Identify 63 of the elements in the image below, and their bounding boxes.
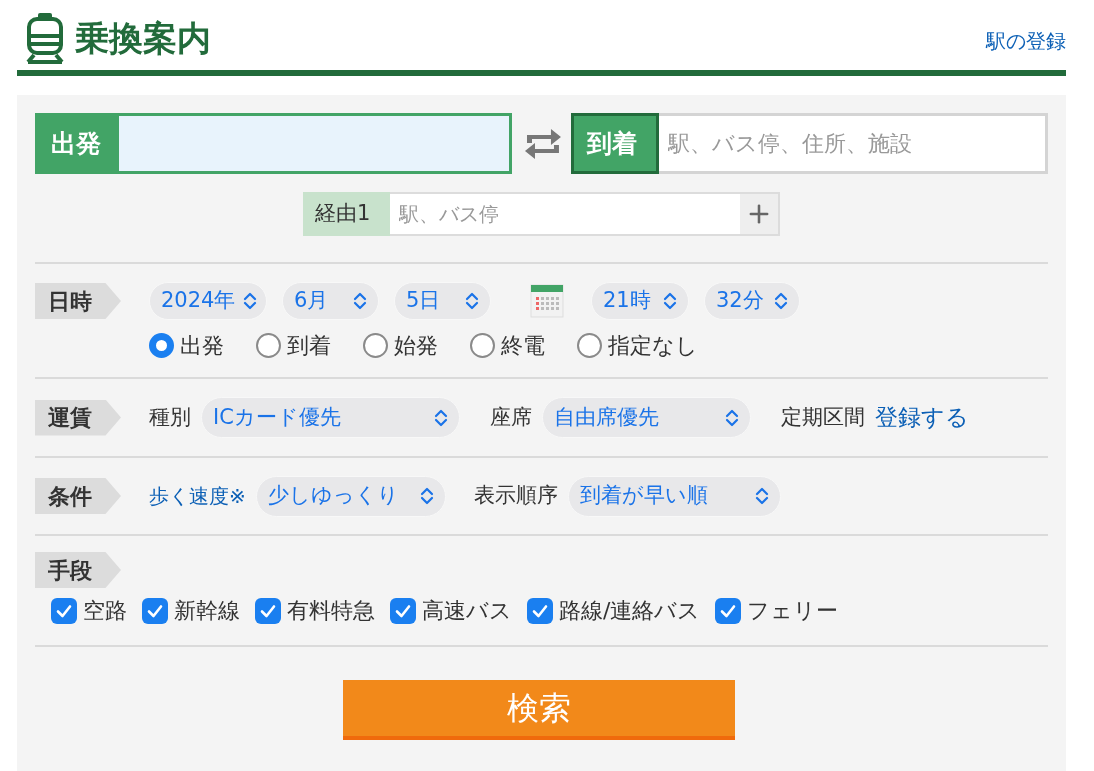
- arrival-field[interactable]: 到着 駅、バス停、住所、施設: [571, 113, 1048, 174]
- radio-button[interactable]: [149, 333, 174, 358]
- up-down-chevron-icon: [434, 408, 448, 427]
- walking-speed-link[interactable]: 歩く速度※: [149, 481, 246, 511]
- section-label: 日時: [35, 283, 121, 319]
- section-label: 手段: [35, 552, 121, 588]
- radio-option[interactable]: 出発: [149, 329, 224, 362]
- dropdown-select[interactable]: ICカード優先: [201, 397, 460, 438]
- checkbox[interactable]: [142, 597, 168, 624]
- add-via-button[interactable]: [740, 194, 778, 234]
- radio-option[interactable]: 到着: [256, 329, 331, 362]
- arrival-label: 到着: [571, 113, 660, 174]
- page-title: 乗換案内: [75, 21, 211, 55]
- dropdown-select[interactable]: 21時: [591, 282, 689, 320]
- departure-field[interactable]: 出発: [35, 113, 512, 174]
- section-label: 条件: [35, 478, 121, 514]
- via-field[interactable]: 経由1 駅、バス停: [303, 192, 780, 236]
- checkbox[interactable]: [390, 597, 416, 624]
- radio-button[interactable]: [363, 333, 388, 358]
- checkbox[interactable]: [527, 597, 553, 624]
- up-down-chevron-icon: [419, 487, 434, 505]
- checkbox-option[interactable]: 路線/連絡バス: [527, 594, 701, 627]
- via-input[interactable]: 駅、バス停: [390, 194, 740, 234]
- up-down-chevron-icon: [243, 292, 258, 310]
- dropdown-select[interactable]: 5日: [394, 282, 491, 320]
- dropdown-select[interactable]: 2024年: [149, 282, 267, 320]
- field-label: 座席: [490, 403, 532, 431]
- via-label: 経由1: [303, 192, 390, 236]
- field-label: 種別: [149, 403, 191, 431]
- calendar-icon[interactable]: [530, 284, 564, 318]
- checkbox[interactable]: [51, 597, 77, 624]
- radio-button[interactable]: [256, 333, 281, 358]
- checkbox[interactable]: [255, 597, 281, 624]
- checkbox-option[interactable]: 空路: [51, 594, 127, 627]
- radio-button[interactable]: [470, 333, 495, 358]
- checkbox[interactable]: [715, 597, 742, 624]
- dropdown-select[interactable]: 32分: [704, 282, 800, 320]
- up-down-chevron-icon: [353, 292, 367, 310]
- field-label: 定期区間: [781, 403, 865, 431]
- dropdown-select[interactable]: 6月: [282, 282, 379, 320]
- section-label: 運賃: [35, 399, 121, 436]
- radio-button[interactable]: [577, 333, 602, 358]
- field-label: 表示順序: [473, 482, 558, 510]
- radio-option[interactable]: 始発: [363, 329, 438, 362]
- dropdown-select[interactable]: 少しゆっくり: [255, 475, 446, 517]
- up-down-chevron-icon: [754, 487, 769, 505]
- up-down-chevron-icon: [465, 292, 479, 310]
- station-registration-link[interactable]: 駅の登録: [986, 26, 1066, 56]
- dropdown-select[interactable]: 到着が早い順: [567, 475, 781, 517]
- arrival-input[interactable]: 駅、バス停、住所、施設: [659, 116, 1045, 171]
- checkbox-option[interactable]: フェリー: [715, 594, 839, 627]
- register-link[interactable]: 登録する: [875, 400, 969, 435]
- up-down-chevron-icon: [774, 292, 788, 310]
- radio-option[interactable]: 終電: [470, 329, 545, 362]
- radio-option[interactable]: 指定なし: [577, 329, 698, 362]
- train-icon: [25, 12, 65, 64]
- up-down-chevron-icon: [663, 292, 677, 310]
- checkbox-option[interactable]: 新幹線: [142, 594, 240, 627]
- dropdown-select[interactable]: 自由席優先: [542, 397, 751, 438]
- departure-label: 出発: [35, 113, 119, 174]
- checkbox-option[interactable]: 高速バス: [390, 594, 512, 627]
- up-down-chevron-icon: [725, 408, 739, 427]
- checkbox-option[interactable]: 有料特急: [255, 594, 375, 627]
